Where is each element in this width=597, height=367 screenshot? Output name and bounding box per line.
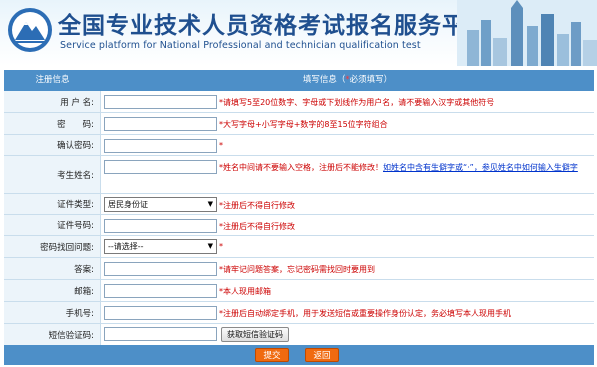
phone-hint: *注册后自动绑定手机，用于发送短信或重要操作身份认定，务必填写本人现用手机	[219, 309, 511, 318]
row-id-number: 证件号码: *注册后不得自行修改	[4, 215, 594, 236]
row-confirm-password: 确认密码: *	[4, 135, 594, 156]
email-input[interactable]	[104, 284, 217, 298]
section-label-fill-info: 填写信息（*必须填写）	[101, 70, 594, 91]
email-label: 邮箱:	[4, 280, 101, 301]
row-security-question: 密码找回问题: --请选择-- ▼ *	[4, 236, 594, 258]
confirm-password-input[interactable]	[104, 139, 217, 153]
site-title: 全国专业技术人员资格考试报名服务平台	[58, 13, 490, 39]
security-question-selected: --请选择--	[108, 242, 144, 251]
candidate-name-hint-text: *姓名中间请不要输入空格，注册后不能修改！	[219, 163, 383, 172]
mountain-logo-icon	[8, 8, 52, 52]
row-username: 用 户 名: *请填写5至20位数字、字母或下划线作为用户名，请不要输入汉字或其…	[4, 91, 594, 113]
answer-hint: *请牢记问题答案，忘记密码需找回时要用到	[219, 265, 375, 274]
confirm-password-label: 确认密码:	[4, 135, 101, 155]
password-input[interactable]	[104, 117, 217, 131]
registration-form: 用 户 名: *请填写5至20位数字、字母或下划线作为用户名，请不要输入汉字或其…	[4, 91, 594, 345]
section-label-register-info: 注册信息	[35, 75, 70, 85]
security-question-hint: *	[219, 242, 223, 251]
header-banner: 全国专业技术人员资格考试报名服务平台 Service platform for …	[0, 0, 597, 66]
candidate-name-label: 考生姓名:	[4, 156, 101, 193]
dropdown-arrow-icon: ▼	[207, 200, 213, 208]
site-subtitle: Service platform for National Profession…	[60, 40, 421, 51]
id-number-input[interactable]	[104, 219, 217, 233]
back-button[interactable]: 返回	[305, 348, 339, 362]
row-answer: 答案: *请牢记问题答案，忘记密码需找回时要用到	[4, 258, 594, 280]
password-label: 密 码:	[4, 113, 101, 134]
row-sms-code: 短信验证码: 获取短信验证码	[4, 324, 594, 345]
id-type-select[interactable]: 居民身份证 ▼	[104, 197, 217, 212]
username-hint: *请填写5至20位数字、字母或下划线作为用户名，请不要输入汉字或其他符号	[219, 98, 495, 107]
phone-input[interactable]	[104, 306, 217, 320]
password-hint: *大写字母+小写字母+数字的8至15位字符组合	[219, 120, 388, 129]
confirm-password-hint: *	[219, 141, 223, 150]
city-skyline-image	[457, 0, 597, 66]
id-number-label: 证件号码:	[4, 215, 101, 235]
get-sms-code-button[interactable]: 获取短信验证码	[221, 327, 289, 342]
fill-info-suffix: 必须填写）	[349, 75, 393, 85]
answer-label: 答案:	[4, 258, 101, 279]
username-input[interactable]	[104, 95, 217, 109]
security-question-label: 密码找回问题:	[4, 236, 101, 257]
row-candidate-name: 考生姓名: *姓名中间请不要输入空格，注册后不能修改！如姓名中含有生僻字或“·”…	[4, 156, 594, 194]
row-password: 密 码: *大写字母+小写字母+数字的8至15位字符组合	[4, 113, 594, 135]
security-question-select[interactable]: --请选择-- ▼	[104, 239, 217, 254]
username-label: 用 户 名:	[4, 91, 101, 112]
id-number-hint: *注册后不得自行修改	[219, 222, 295, 231]
row-email: 邮箱: *本人现用邮箱	[4, 280, 594, 302]
sms-code-input[interactable]	[104, 327, 217, 341]
row-id-type: 证件类型: 居民身份证 ▼ *注册后不得自行修改	[4, 194, 594, 215]
id-type-hint: *注册后不得自行修改	[219, 201, 295, 210]
fill-info-prefix: 填写信息（	[302, 75, 346, 85]
rare-char-help-link[interactable]: 如姓名中含有生僻字或“·”，参见姓名中如何输入生僻字	[383, 163, 578, 172]
id-type-label: 证件类型:	[4, 194, 101, 214]
row-phone: 手机号: *注册后自动绑定手机，用于发送短信或重要操作身份认定，务必填写本人现用…	[4, 302, 594, 324]
candidate-name-hint: *姓名中间请不要输入空格，注册后不能修改！如姓名中含有生僻字或“·”，参见姓名中…	[219, 162, 584, 174]
dropdown-arrow-icon: ▼	[207, 242, 213, 250]
submit-button[interactable]: 提交	[255, 348, 289, 362]
email-hint: *本人现用邮箱	[219, 287, 271, 296]
form-header-bar: 注册信息 填写信息（*必须填写）	[4, 70, 594, 91]
candidate-name-input[interactable]	[104, 160, 217, 174]
id-type-selected: 居民身份证	[108, 200, 148, 209]
sms-code-label: 短信验证码:	[4, 324, 101, 345]
form-action-bar: 提交 返回	[4, 345, 594, 365]
answer-input[interactable]	[104, 262, 217, 276]
phone-label: 手机号:	[4, 302, 101, 323]
